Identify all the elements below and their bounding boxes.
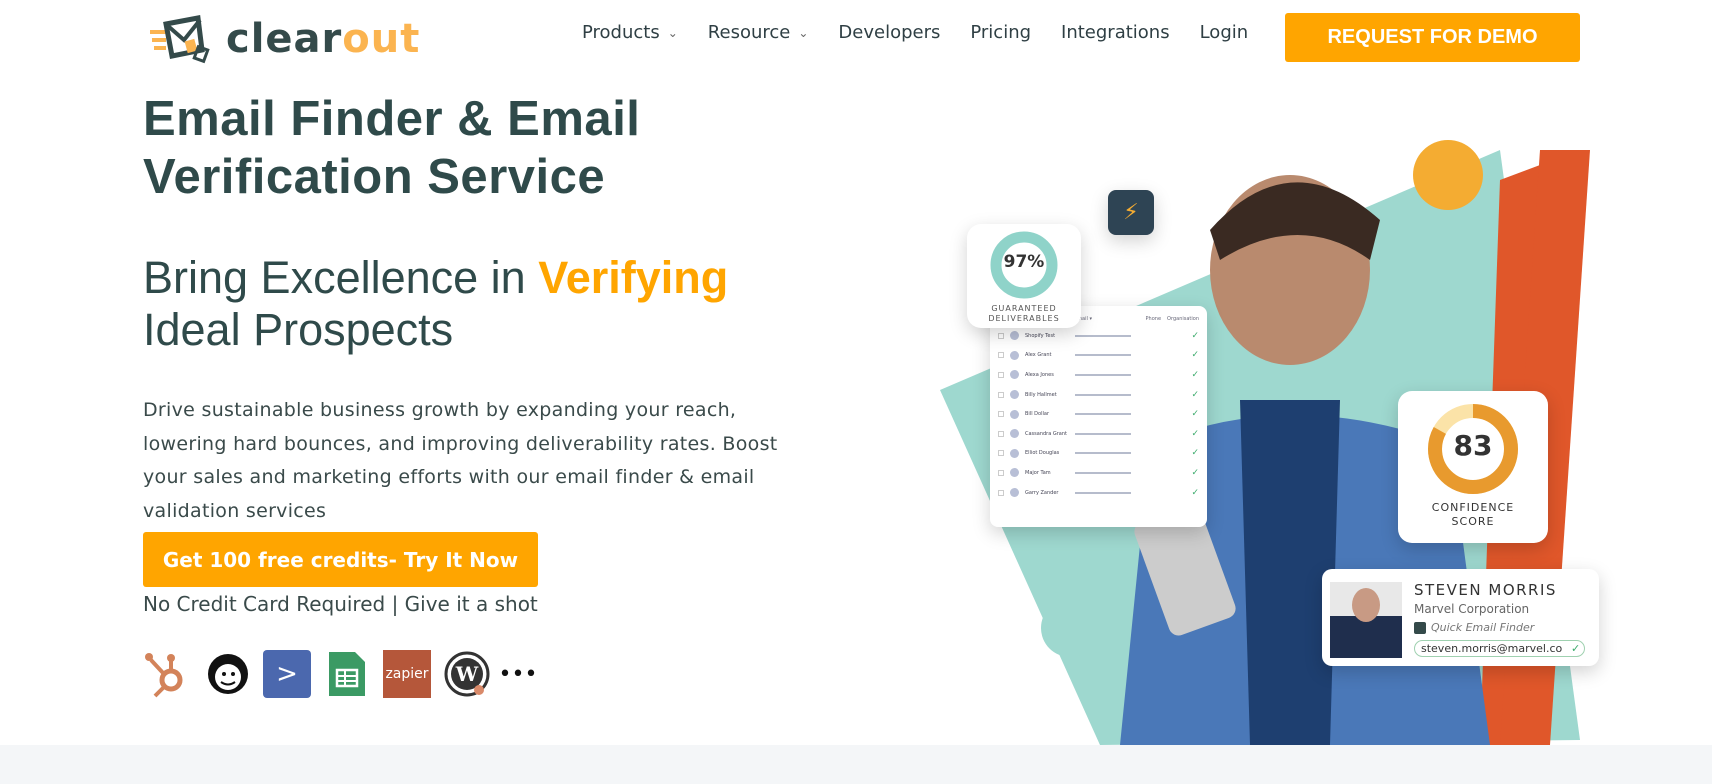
check-icon: ✓	[1571, 642, 1581, 655]
contact-name: STEVEN MORRIS	[1414, 581, 1557, 599]
chevron-down-icon: ⌄	[667, 25, 678, 40]
hero-description: Drive sustainable business growth by exp…	[143, 399, 778, 522]
avatar	[1010, 429, 1019, 439]
verified-check-icon: ✓	[1191, 369, 1199, 380]
verified-check-icon: ✓	[1191, 487, 1199, 498]
google-sheets-icon[interactable]	[323, 650, 371, 698]
avatar	[1010, 488, 1019, 498]
table-row: Cassandra Grant ✓	[998, 424, 1199, 444]
verified-check-icon: ✓	[1191, 428, 1199, 439]
logo-text: clearout	[226, 16, 421, 62]
table-row: Garry Zander ✓	[998, 483, 1199, 503]
deliverables-card: 97% GUARANTEED DELIVERABLES	[967, 224, 1081, 328]
row-name: Shopify Test	[1025, 332, 1056, 339]
nav-pricing[interactable]: Pricing	[970, 22, 1031, 43]
hero-subtitle: Bring Excellence in Verifying Ideal Prosp…	[143, 252, 729, 355]
page-title: Email Finder & Email Verification Service	[143, 92, 641, 204]
finder-icon	[1414, 622, 1426, 634]
free-credits-button[interactable]: Get 100 free credits- Try It Now	[143, 532, 538, 587]
avatar	[1010, 350, 1019, 360]
contact-tool: Quick Email Finder	[1414, 621, 1534, 634]
row-checkbox[interactable]	[998, 450, 1004, 457]
table-row: Major Tam ✓	[998, 463, 1199, 483]
request-demo-button[interactable]: REQUEST FOR DEMO	[1285, 13, 1580, 62]
confidence-score-card: 83 CONFIDENCE SCORE	[1398, 391, 1548, 543]
verified-check-icon: ✓	[1191, 330, 1199, 341]
table-row: Alex Grant ✓	[998, 346, 1199, 366]
row-checkbox[interactable]	[998, 430, 1004, 437]
verified-check-icon: ✓	[1191, 448, 1199, 459]
nav-resource[interactable]: Resource ⌄	[708, 22, 809, 43]
row-checkbox[interactable]	[998, 352, 1004, 359]
nav-login[interactable]: Login	[1200, 22, 1249, 43]
row-checkbox[interactable]	[998, 489, 1004, 496]
integrations-list: > zapier W •••	[143, 650, 538, 698]
logo-envelope-icon	[150, 15, 210, 64]
row-name: Elliot Douglas	[1025, 450, 1060, 457]
table-row: Alexa Jones ✓	[998, 365, 1199, 385]
more-icon[interactable]: •••	[499, 650, 538, 698]
table-row: Elliot Douglas ✓	[998, 444, 1199, 464]
contact-company: Marvel Corporation	[1414, 602, 1530, 616]
row-name: Alex Grant	[1025, 352, 1052, 359]
logo[interactable]: clearout	[148, 14, 420, 64]
main-nav: Products ⌄ Resource ⌄ Developers Pricing I…	[582, 22, 1248, 43]
nav-integrations[interactable]: Integrations	[1061, 22, 1170, 43]
hubspot-icon[interactable]	[143, 650, 191, 698]
nav-products[interactable]: Products ⌄	[582, 22, 678, 43]
table-row: Shopify Test ✓	[998, 326, 1199, 346]
no-credit-card-note: No Credit Card Required | Give it a shot	[143, 592, 538, 616]
row-name: Alexa Jones	[1025, 371, 1054, 378]
avatar	[1010, 370, 1019, 380]
verified-check-icon: ✓	[1191, 467, 1199, 478]
row-checkbox[interactable]	[998, 332, 1004, 339]
row-name: Garry Zander	[1025, 489, 1059, 496]
avatar	[1010, 409, 1019, 419]
row-checkbox[interactable]	[998, 411, 1004, 418]
next-section-band	[0, 745, 1712, 784]
verified-check-icon: ✓	[1191, 409, 1199, 420]
deliverables-value: 97%	[1003, 252, 1045, 272]
table-row: Bill Dollar ✓	[998, 404, 1199, 424]
confidence-label: CONFIDENCE SCORE	[1431, 501, 1515, 528]
deliverables-label: GUARANTEED DELIVERABLES	[988, 304, 1060, 323]
mailchimp-icon[interactable]	[203, 650, 251, 698]
row-name: Bill Dollar	[1025, 411, 1049, 418]
avatar	[1010, 468, 1019, 478]
row-name: Cassandra Grant	[1025, 430, 1068, 437]
verified-check-icon: ✓	[1191, 389, 1199, 400]
activecampaign-icon[interactable]: >	[263, 650, 311, 698]
chevron-down-icon: ⌄	[798, 25, 809, 40]
svg-text:W: W	[455, 662, 479, 686]
verified-check-icon: ✓	[1191, 350, 1199, 361]
table-row: Billy Hallmet ✓	[998, 385, 1199, 405]
wordpress-icon[interactable]: W	[443, 650, 491, 698]
avatar	[1010, 390, 1019, 400]
row-checkbox[interactable]	[998, 391, 1004, 398]
row-checkbox[interactable]	[998, 371, 1004, 378]
row-name: Billy Hallmet	[1025, 391, 1057, 398]
confidence-value: 83	[1453, 429, 1493, 462]
row-checkbox[interactable]	[998, 469, 1004, 476]
nav-developers[interactable]: Developers	[838, 22, 940, 43]
contact-avatar	[1330, 582, 1402, 658]
row-name: Major Tam	[1025, 469, 1051, 476]
lightning-icon: ⚡	[1108, 190, 1154, 235]
zapier-icon[interactable]: zapier	[383, 650, 431, 698]
contact-card: STEVEN MORRIS Marvel Corporation Quick E…	[1322, 569, 1599, 666]
contact-email: steven.morris@marvel.co ✓	[1414, 640, 1586, 657]
hero-illustration: Email ▾ Phone Organisation Shopify Test ✓ Al…	[940, 120, 1712, 745]
avatar	[1010, 331, 1019, 341]
contacts-table: Email ▾ Phone Organisation Shopify Test ✓ Al…	[990, 306, 1207, 527]
avatar	[1010, 448, 1019, 458]
